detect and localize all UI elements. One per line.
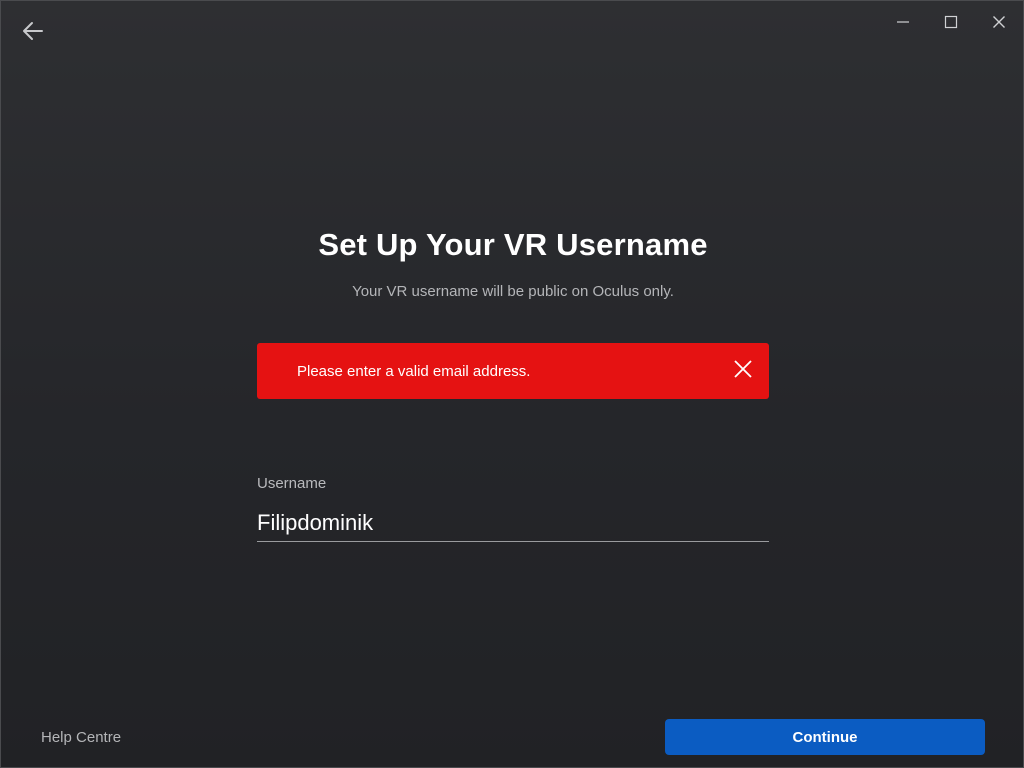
continue-button[interactable]: Continue [665,719,985,755]
minimize-button[interactable] [879,1,927,47]
minimize-icon [896,15,910,34]
app-window: Set Up Your VR Username Your VR username… [0,0,1024,768]
close-icon [992,15,1006,34]
maximize-icon [944,15,958,34]
username-label: Username [257,475,327,492]
close-icon [734,359,752,383]
maximize-button[interactable] [927,1,975,47]
error-message: Please enter a valid email address. [297,362,531,380]
dismiss-error-button[interactable] [729,357,757,385]
page-title: Set Up Your VR Username [318,227,708,262]
close-window-button[interactable] [975,1,1023,47]
error-banner: Please enter a valid email address. [257,343,769,399]
page-subtitle: Your VR username will be public on Oculu… [352,283,674,300]
window-controls [879,1,1023,47]
username-input[interactable] [257,504,769,542]
arrow-left-icon [22,21,44,46]
back-button[interactable] [15,17,51,49]
help-centre-link[interactable]: Help Centre [41,729,121,746]
